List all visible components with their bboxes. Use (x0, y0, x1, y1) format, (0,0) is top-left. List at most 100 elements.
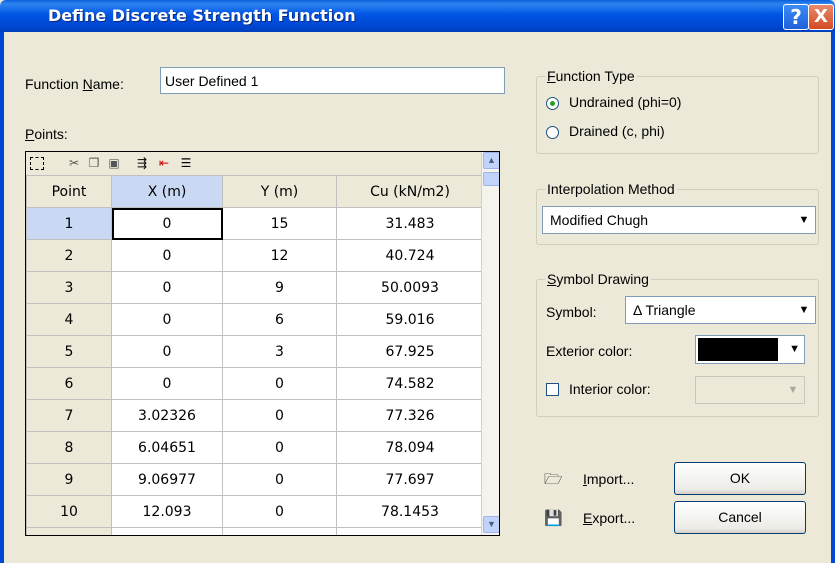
grid-toolbar: ✂ ❐ ▣ ⇶ ⇤ ☰ (26, 152, 481, 176)
undrained-radio[interactable] (546, 97, 559, 110)
cancel-button[interactable]: Cancel (674, 501, 806, 534)
table-cell[interactable]: 0 (222, 527, 337, 535)
table-cell[interactable]: 77.326 (336, 399, 484, 432)
table-cell[interactable]: 9.06977 (111, 463, 223, 496)
help-button[interactable]: ? (783, 4, 809, 30)
drained-label[interactable]: Drained (c, phi) (569, 123, 665, 139)
fill-icon[interactable]: ☰ (178, 155, 194, 171)
symbol-select[interactable]: Δ Triangle ▼ (625, 296, 816, 324)
row-header[interactable]: 4 (26, 303, 112, 336)
scroll-up-icon[interactable]: ▲ (483, 152, 499, 169)
table-row: 1115.1163078.1013 (26, 527, 484, 535)
table-cell[interactable]: 0 (111, 335, 223, 368)
function-name-input[interactable] (160, 67, 505, 94)
table-cell[interactable]: 0 (111, 207, 223, 240)
row-header[interactable]: 6 (26, 367, 112, 400)
export-button[interactable]: 💾 Export... (540, 502, 660, 535)
undrained-label[interactable]: Undrained (phi=0) (569, 94, 681, 110)
table-cell[interactable]: 0 (111, 367, 223, 400)
import-button[interactable]: 🗁 Import... (540, 463, 660, 496)
import-label: Import... (583, 471, 635, 487)
row-header[interactable]: 3 (26, 271, 112, 304)
open-folder-icon: 🗁 (544, 471, 563, 488)
table-cell[interactable]: 0 (222, 399, 337, 432)
table-cell[interactable]: 0 (111, 303, 223, 336)
row-header[interactable]: 8 (26, 431, 112, 464)
table-row: 8 6.04651 0 78.094 (26, 431, 484, 464)
table-cell[interactable]: 0 (222, 495, 337, 528)
table-cell[interactable]: 77.697 (336, 463, 484, 496)
function-type-group: Function Type (536, 68, 819, 154)
table-cell[interactable]: 59.016 (336, 303, 484, 336)
table-cell[interactable]: 6.04651 (111, 431, 223, 464)
table-cell[interactable]: 0 (111, 239, 223, 272)
column-header-point[interactable]: Point (26, 175, 112, 208)
row-header[interactable]: 10 (26, 495, 112, 528)
table-cell[interactable]: 78.094 (336, 431, 484, 464)
chevron-down-icon: ▼ (787, 384, 799, 396)
table-row: 1 0 15 31.483 (26, 207, 484, 240)
table-cell[interactable]: 0 (222, 367, 337, 400)
column-header-cu[interactable]: Cu (kN/m2) (336, 175, 484, 208)
grid-scrollbar[interactable]: ▲ ▼ (481, 152, 499, 535)
table-cell[interactable]: 0 (222, 431, 337, 464)
exterior-color-picker[interactable]: ▼ (695, 335, 805, 364)
row-header[interactable]: 1 (26, 207, 112, 240)
paste-icon[interactable]: ▣ (106, 155, 122, 171)
copy-icon[interactable]: ❐ (86, 155, 102, 171)
interpolation-value: Modified Chugh (550, 212, 649, 228)
table-cell[interactable]: 78.1013 (336, 527, 484, 535)
table-cell[interactable]: 0 (222, 463, 337, 496)
table-row: 7 3.02326 0 77.326 (26, 399, 484, 432)
symbol-drawing-title: Symbol Drawing (545, 271, 651, 287)
column-header-y[interactable]: Y (m) (222, 175, 337, 208)
scroll-thumb[interactable] (483, 172, 499, 186)
table-cell[interactable]: 6 (222, 303, 337, 336)
table-cell[interactable]: 3 (222, 335, 337, 368)
table-cell[interactable]: 15.1163 (111, 527, 223, 535)
scroll-down-icon[interactable]: ▼ (483, 516, 499, 533)
table-row: 3 0 9 50.0093 (26, 271, 484, 304)
delete-row-icon[interactable]: ⇤ (156, 155, 172, 171)
table-cell[interactable]: 50.0093 (336, 271, 484, 304)
table-cell[interactable]: 67.925 (336, 335, 484, 368)
table-cell[interactable]: 40.724 (336, 239, 484, 272)
table-cell[interactable]: 12 (222, 239, 337, 272)
select-all-icon[interactable] (30, 157, 44, 170)
table-row: 10 12.093 0 78.1453 (26, 495, 484, 528)
chevron-down-icon[interactable]: ▼ (789, 343, 800, 355)
ok-button[interactable]: OK (674, 462, 806, 495)
column-header-x[interactable]: X (m) (111, 175, 223, 208)
function-name-label: Function Name: (25, 76, 124, 92)
row-header[interactable]: 7 (26, 399, 112, 432)
table-cell[interactable]: 9 (222, 271, 337, 304)
table-cell[interactable]: 74.582 (336, 367, 484, 400)
interior-color-label[interactable]: Interior color: (569, 381, 651, 397)
chevron-down-icon[interactable]: ▼ (797, 303, 811, 317)
table-cell[interactable]: 15 (222, 207, 337, 240)
chevron-down-icon[interactable]: ▼ (797, 213, 811, 227)
row-header[interactable]: 11 (26, 527, 112, 535)
table-cell[interactable]: 78.1453 (336, 495, 484, 528)
table-cell[interactable]: 31.483 (336, 207, 484, 240)
row-header[interactable]: 2 (26, 239, 112, 272)
row-header[interactable]: 9 (26, 463, 112, 496)
table-cell[interactable]: 0 (111, 271, 223, 304)
table-cell[interactable]: 12.093 (111, 495, 223, 528)
dialog-title: Define Discrete Strength Function (48, 6, 356, 25)
drained-radio[interactable] (546, 126, 559, 139)
interior-color-checkbox[interactable] (546, 383, 559, 396)
interior-color-picker[interactable]: ▼ (695, 376, 805, 404)
window-frame-left (0, 32, 4, 563)
close-button[interactable]: X (808, 4, 834, 30)
cut-icon[interactable]: ✂ (66, 155, 82, 171)
table-cell[interactable]: 3.02326 (111, 399, 223, 432)
interpolation-select[interactable]: Modified Chugh ▼ (542, 206, 816, 234)
table-row: 6 0 0 74.582 (26, 367, 484, 400)
insert-row-icon[interactable]: ⇶ (134, 155, 150, 171)
row-header[interactable]: 5 (26, 335, 112, 368)
export-label: Export... (583, 510, 636, 526)
table-row: 5 0 3 67.925 (26, 335, 484, 368)
points-grid[interactable]: ✂ ❐ ▣ ⇶ ⇤ ☰ Point X (m) Y (m) Cu (kN/m2)… (25, 151, 500, 536)
title-bar[interactable]: Define Discrete Strength Function ? X (0, 0, 835, 32)
